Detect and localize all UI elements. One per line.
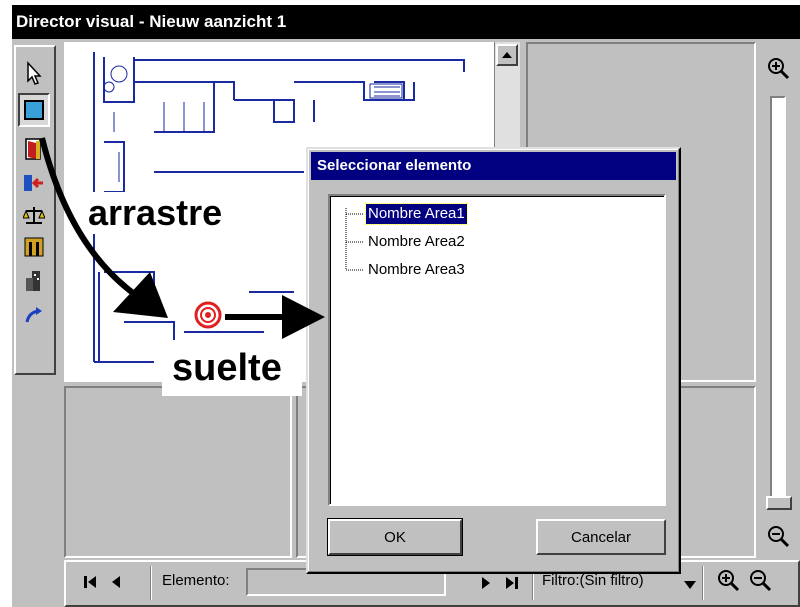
separator (702, 566, 704, 600)
first-record-icon[interactable] (80, 570, 100, 594)
scroll-up-button[interactable] (496, 44, 518, 66)
window-title: Director visual - Nieuw aanzicht 1 (12, 5, 800, 39)
cancel-button[interactable]: Cancelar (536, 519, 666, 555)
building-icon[interactable] (16, 263, 52, 299)
dialog-title: Seleccionar elemento (311, 152, 676, 180)
ok-button[interactable]: OK (328, 519, 462, 555)
select-element-dialog: Seleccionar elemento Nombre Area1 Nombre… (306, 147, 681, 574)
scale-icon[interactable] (16, 197, 52, 233)
zoom-slider-panel (756, 42, 800, 562)
tool-palette (14, 45, 56, 375)
zoom-slider-thumb[interactable] (766, 496, 792, 510)
redo-arrow-icon[interactable] (16, 297, 52, 333)
tree-connector-lines (345, 208, 364, 271)
view-pane-bottom-left[interactable] (64, 386, 292, 558)
pointer-icon[interactable] (16, 55, 52, 91)
area-icon[interactable] (18, 93, 50, 127)
drop-annotation: suelte (162, 340, 302, 396)
next-record-icon[interactable] (476, 572, 496, 594)
zoom-in-icon[interactable] (766, 56, 790, 80)
zoom-out-icon[interactable] (766, 524, 790, 548)
separator (150, 566, 152, 600)
drag-annotation: arrastre (82, 192, 229, 234)
area-tree-list[interactable]: Nombre Area1 Nombre Area2 Nombre Area3 (328, 194, 666, 506)
column-icon[interactable] (16, 229, 52, 265)
element-label: Elemento: (162, 572, 230, 589)
tree-item-area1[interactable]: Nombre Area1 (365, 203, 468, 225)
nav-zoom-in-icon[interactable] (716, 568, 742, 594)
zoom-slider-track[interactable] (770, 96, 786, 506)
exit-door-icon[interactable] (16, 165, 52, 201)
filter-label[interactable]: Filtro:(Sin filtro) (542, 572, 644, 589)
door-icon[interactable] (16, 131, 52, 167)
nav-zoom-out-icon[interactable] (748, 568, 774, 594)
previous-record-icon[interactable] (106, 570, 126, 594)
tree-item-area3[interactable]: Nombre Area3 (366, 260, 467, 280)
last-record-icon[interactable] (502, 572, 522, 594)
tree-item-area2[interactable]: Nombre Area2 (366, 232, 467, 252)
filter-dropdown-icon[interactable] (684, 576, 696, 589)
